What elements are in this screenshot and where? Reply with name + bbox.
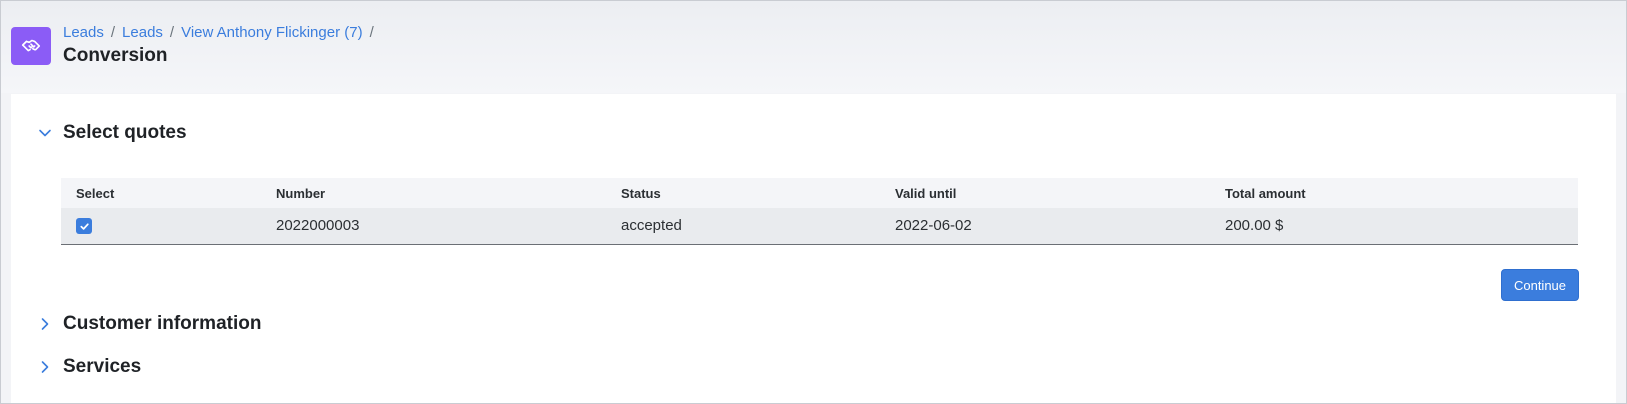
breadcrumb-item-leads[interactable]: Leads bbox=[63, 24, 104, 41]
breadcrumb-item-view-lead[interactable]: View Anthony Flickinger (7) bbox=[181, 24, 362, 41]
column-header-total-amount: Total amount bbox=[1210, 178, 1578, 208]
quote-status: accepted bbox=[606, 208, 880, 245]
column-header-status: Status bbox=[606, 178, 880, 208]
column-header-number: Number bbox=[261, 178, 606, 208]
page-header: Leads / Leads / View Anthony Flickinger … bbox=[1, 1, 1626, 93]
chevron-right-icon[interactable] bbox=[37, 316, 53, 332]
conversion-card: Select quotes Select Number Status Valid… bbox=[11, 94, 1616, 403]
quotes-table: Select Number Status Valid until Total a… bbox=[61, 178, 1578, 245]
breadcrumb-item-leads-list[interactable]: Leads bbox=[122, 24, 163, 41]
breadcrumb-separator: / bbox=[369, 23, 374, 41]
chevron-down-icon[interactable] bbox=[37, 125, 53, 141]
section-title-select-quotes[interactable]: Select quotes bbox=[63, 122, 187, 144]
breadcrumb-separator: / bbox=[169, 23, 175, 41]
handshake-icon bbox=[11, 27, 51, 65]
section-services[interactable]: Services bbox=[37, 356, 141, 378]
breadcrumb: Leads / Leads / View Anthony Flickinger … bbox=[63, 23, 381, 41]
continue-button[interactable]: Continue bbox=[1501, 269, 1579, 301]
section-customer-information[interactable]: Customer information bbox=[37, 313, 261, 335]
section-title-customer-information[interactable]: Customer information bbox=[63, 313, 261, 335]
column-header-valid-until: Valid until bbox=[880, 178, 1210, 208]
section-title-services[interactable]: Services bbox=[63, 356, 141, 378]
section-select-quotes[interactable]: Select quotes bbox=[37, 122, 187, 144]
quote-select-checkbox[interactable] bbox=[76, 218, 92, 235]
table-header-row: Select Number Status Valid until Total a… bbox=[61, 178, 1578, 208]
column-header-select: Select bbox=[61, 178, 261, 208]
table-row[interactable]: 2022000003 accepted 2022-06-02 200.00 $ bbox=[61, 208, 1578, 245]
quote-total-amount: 200.00 $ bbox=[1210, 208, 1578, 245]
breadcrumb-separator: / bbox=[110, 23, 116, 41]
select-cell bbox=[61, 208, 261, 245]
page-title: Conversion bbox=[63, 45, 168, 66]
chevron-right-icon[interactable] bbox=[37, 359, 53, 375]
quote-valid-until: 2022-06-02 bbox=[880, 208, 1210, 245]
quote-number: 2022000003 bbox=[261, 208, 606, 245]
app-window: Leads / Leads / View Anthony Flickinger … bbox=[0, 0, 1627, 404]
